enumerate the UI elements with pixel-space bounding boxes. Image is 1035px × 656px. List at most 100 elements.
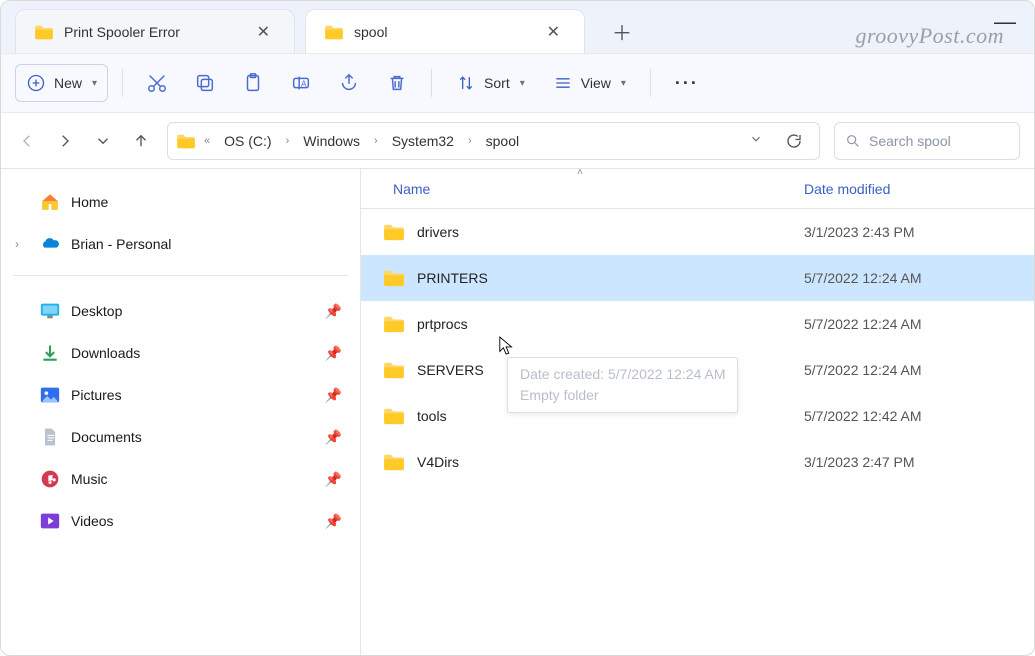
share-icon [338, 72, 360, 94]
chevron-down-icon: ▾ [92, 78, 97, 89]
folder-icon [176, 133, 196, 149]
expand-icon[interactable]: › [15, 237, 19, 251]
pin-icon[interactable]: 📌 [325, 303, 342, 320]
recent-button[interactable] [91, 129, 115, 153]
toolbar: New ▾ A Sort ▾ View ▾ ··· [1, 53, 1034, 113]
sidebar-item-music[interactable]: Music 📌 [9, 458, 352, 500]
file-date: 3/1/2023 2:43 PM [804, 224, 915, 240]
file-date: 5/7/2022 12:24 AM [804, 362, 922, 378]
pin-icon[interactable]: 📌 [325, 471, 342, 488]
view-icon [553, 73, 573, 93]
chevron-down-icon: ▾ [621, 78, 626, 89]
sidebar-item-label: Pictures [71, 387, 122, 403]
file-date: 3/1/2023 2:47 PM [804, 454, 915, 470]
sidebar-item-label: Music [71, 471, 108, 487]
pictures-icon [39, 385, 61, 405]
clipboard-icon [242, 72, 264, 94]
sidebar-item-label: Desktop [71, 303, 122, 319]
cut-button[interactable] [137, 64, 177, 102]
breadcrumb-seg[interactable]: System32 [386, 129, 460, 153]
chevron-right-icon: › [372, 135, 380, 147]
tab-active[interactable]: spool ✕ [305, 9, 585, 53]
up-button[interactable] [129, 129, 153, 153]
file-name: tools [417, 408, 447, 424]
delete-button[interactable] [377, 64, 417, 102]
rename-icon: A [290, 72, 312, 94]
paste-button[interactable] [233, 64, 273, 102]
onedrive-icon [39, 234, 61, 254]
sort-indicator-icon: ˄ [577, 167, 583, 178]
downloads-icon [39, 343, 61, 363]
sidebar-item-onedrive[interactable]: › Brian - Personal [9, 223, 352, 265]
sort-button[interactable]: Sort ▾ [446, 64, 535, 102]
folder-icon [383, 407, 405, 425]
file-name: drivers [417, 224, 459, 240]
sidebar-item-label: Home [71, 194, 108, 210]
file-name: PRINTERS [417, 270, 488, 286]
tab-title: Print Spooler Error [64, 24, 241, 40]
trash-icon [386, 72, 408, 94]
breadcrumb-seg[interactable]: OS (C:) [218, 129, 277, 153]
chevron-right-icon: › [284, 135, 292, 147]
search-icon [845, 133, 861, 149]
history-dropdown[interactable] [741, 132, 771, 149]
file-name: SERVERS [417, 362, 484, 378]
tab-inactive[interactable]: Print Spooler Error ✕ [15, 9, 295, 53]
close-icon[interactable]: ✕ [541, 18, 566, 46]
sidebar-item-downloads[interactable]: Downloads 📌 [9, 332, 352, 374]
file-row[interactable]: V4Dirs3/1/2023 2:47 PM [361, 439, 1034, 485]
more-button[interactable]: ··· [665, 64, 709, 102]
sidebar-item-label: Videos [71, 513, 114, 529]
search-placeholder: Search spool [869, 133, 951, 149]
pin-icon[interactable]: 📌 [325, 345, 342, 362]
new-tab-button[interactable]: ＋ [603, 12, 641, 50]
folder-icon [383, 269, 405, 287]
breadcrumb-seg[interactable]: spool [480, 129, 525, 153]
plus-circle-icon [26, 73, 46, 93]
tab-title: spool [354, 24, 531, 40]
chevron-right-icon: › [466, 135, 474, 147]
file-row[interactable]: drivers 3/1/2023 2:43 PM [361, 209, 1034, 255]
pin-icon[interactable]: 📌 [325, 429, 342, 446]
breadcrumb-seg[interactable]: Windows [297, 129, 366, 153]
chevron-left-icon[interactable]: « [202, 135, 212, 147]
desktop-icon [39, 301, 61, 321]
copy-button[interactable] [185, 64, 225, 102]
sidebar-item-label: Brian - Personal [71, 236, 171, 252]
sidebar-item-videos[interactable]: Videos 📌 [9, 500, 352, 542]
sort-icon [456, 73, 476, 93]
column-headers: ˄ Name Date modified [361, 169, 1034, 209]
pin-icon[interactable]: 📌 [325, 387, 342, 404]
file-row[interactable]: PRINTERS5/7/2022 12:24 AM [361, 255, 1034, 301]
address-bar[interactable]: « OS (C:) › Windows › System32 › spool [167, 122, 820, 160]
new-button[interactable]: New ▾ [15, 64, 108, 102]
file-name: prtprocs [417, 316, 468, 332]
forward-button[interactable] [53, 129, 77, 153]
share-button[interactable] [329, 64, 369, 102]
view-button[interactable]: View ▾ [543, 64, 636, 102]
back-button[interactable] [15, 129, 39, 153]
nav-row: « OS (C:) › Windows › System32 › spool S… [1, 113, 1034, 169]
sidebar-item-label: Downloads [71, 345, 140, 361]
folder-icon [34, 24, 54, 40]
tooltip: Date created: 5/7/2022 12:24 AM Empty fo… [507, 357, 738, 413]
explorer-window: Print Spooler Error ✕ spool ✕ ＋ — groovy… [0, 0, 1035, 656]
documents-icon [39, 427, 61, 447]
tabs-row: Print Spooler Error ✕ spool ✕ ＋ — groovy… [1, 1, 1034, 53]
folder-icon [324, 24, 344, 40]
column-header-name[interactable]: Name [393, 181, 430, 197]
file-row[interactable]: prtprocs5/7/2022 12:24 AM [361, 301, 1034, 347]
close-icon[interactable]: ✕ [251, 18, 276, 46]
rename-button[interactable]: A [281, 64, 321, 102]
column-header-date[interactable]: Date modified [804, 181, 890, 197]
pin-icon[interactable]: 📌 [325, 513, 342, 530]
search-input[interactable]: Search spool [834, 122, 1020, 160]
sidebar-item-documents[interactable]: Documents 📌 [9, 416, 352, 458]
refresh-button[interactable] [777, 132, 811, 150]
sidebar-item-desktop[interactable]: Desktop 📌 [9, 290, 352, 332]
sidebar-item-home[interactable]: Home [9, 181, 352, 223]
folder-icon [383, 361, 405, 379]
chevron-down-icon: ▾ [520, 78, 525, 89]
sidebar-item-pictures[interactable]: Pictures 📌 [9, 374, 352, 416]
videos-icon [39, 511, 61, 531]
